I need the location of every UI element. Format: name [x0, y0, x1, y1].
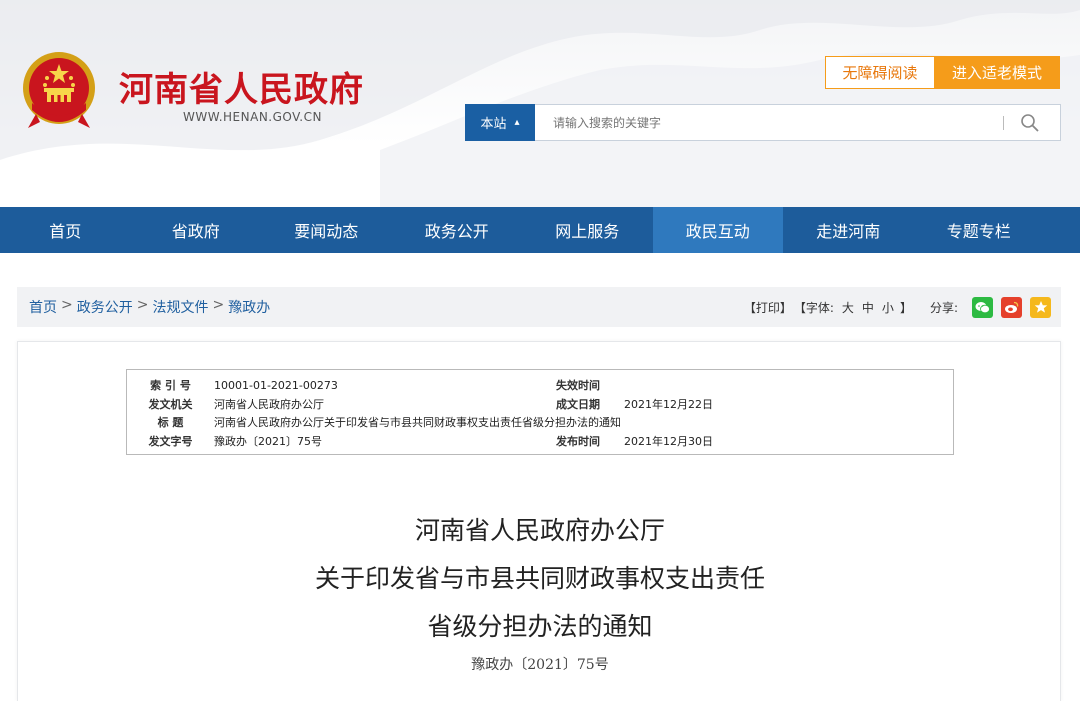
breadcrumb-yuzhengban[interactable]: 豫政办	[228, 297, 270, 317]
meta-row: 索 引 号 10001-01-2021-00273 失效时间	[127, 376, 953, 395]
site-title: 河南省人民政府	[119, 70, 364, 110]
font-size-close: 】	[899, 300, 912, 315]
meta-index-value: 10001-01-2021-00273	[214, 378, 338, 392]
search-scope-label: 本站	[480, 116, 507, 132]
document-title: 河南省人民政府办公厅 关于印发省与市县共同财政事权支出责任 省级分担办法的通知	[18, 507, 1062, 651]
meta-title-label: 标 题	[157, 416, 184, 430]
document-title-line-1: 河南省人民政府办公厅	[414, 516, 665, 545]
meta-written-value: 2021年12月22日	[624, 397, 713, 411]
nav-item-interaction[interactable]: 政民互动	[652, 207, 783, 253]
document-title-line-3: 省级分担办法的通知	[427, 612, 653, 641]
nav-item-news[interactable]: 要闻动态	[261, 207, 392, 253]
breadcrumb-separator: >	[61, 297, 73, 313]
document-title-line-2: 关于印发省与市县共同财政事权支出责任	[314, 564, 765, 593]
nav-item-special-topics[interactable]: 专题专栏	[914, 207, 1045, 253]
font-large-button[interactable]: 大	[842, 299, 854, 316]
site-header: 河南省人民政府 WWW.HENAN.GOV.CN 无障碍阅读 进入适老模式 本站…	[0, 0, 1080, 207]
meta-docno-label: 发文字号	[148, 434, 193, 448]
wechat-icon[interactable]	[972, 296, 993, 318]
search-input[interactable]	[535, 106, 1003, 139]
meta-title-value: 河南省人民政府办公厅关于印发省与市县共同财政事权支出责任省级分担办法的通知	[214, 416, 621, 430]
meta-docno-value: 豫政办〔2021〕75号	[214, 434, 322, 448]
search-icon[interactable]	[1020, 113, 1040, 133]
document-number: 豫政办〔2021〕75号	[471, 657, 609, 673]
search-divider	[1003, 115, 1004, 130]
page-tools: 【打印】 【字体: 大 中 小 】 分享:	[744, 296, 1051, 318]
weibo-icon[interactable]	[1001, 296, 1022, 318]
breadcrumb-regulations[interactable]: 法规文件	[152, 297, 208, 317]
site-url: WWW.HENAN.GOV.CN	[183, 110, 322, 124]
national-emblem-icon	[23, 52, 95, 128]
document-meta-table: 索 引 号 10001-01-2021-00273 失效时间 发文机关 河南省人…	[126, 369, 954, 455]
article-panel: 索 引 号 10001-01-2021-00273 失效时间 发文机关 河南省人…	[17, 341, 1061, 701]
meta-row: 发文字号 豫政办〔2021〕75号 发布时间 2021年12月30日	[127, 432, 953, 451]
breadcrumb: 首页 > 政务公开 > 法规文件 > 豫政办	[29, 297, 270, 317]
qzone-icon[interactable]	[1030, 296, 1051, 318]
meta-publish-value: 2021年12月30日	[624, 434, 713, 448]
meta-row: 发文机关 河南省人民政府办公厅 成文日期 2021年12月22日	[127, 395, 953, 414]
nav-item-government-affairs[interactable]: 政务公开	[392, 207, 523, 253]
meta-issuer-value: 河南省人民政府办公厅	[214, 397, 324, 411]
font-medium-button[interactable]: 中	[862, 299, 874, 316]
nav-item-online-services[interactable]: 网上服务	[522, 207, 653, 253]
meta-issuer-label: 发文机关	[148, 397, 193, 411]
print-button[interactable]: 【打印】	[744, 299, 792, 316]
nav-item-home[interactable]: 首页	[0, 207, 131, 253]
meta-publish-label: 发布时间	[556, 434, 600, 448]
accessibility-reading-button[interactable]: 无障碍阅读	[825, 56, 935, 89]
breadcrumb-bar: 首页 > 政务公开 > 法规文件 > 豫政办 【打印】 【字体: 大 中 小 】…	[17, 287, 1061, 327]
font-small-button[interactable]: 小	[882, 299, 894, 316]
search-scope-select[interactable]: 本站 ▴	[465, 103, 535, 141]
breadcrumb-separator: >	[212, 297, 225, 313]
font-size-label: 【字体:	[793, 300, 834, 315]
search-bar: 本站 ▴	[465, 103, 1061, 141]
elder-mode-button[interactable]: 进入适老模式	[934, 56, 1060, 89]
nav-item-about-henan[interactable]: 走进河南	[783, 207, 914, 253]
breadcrumb-home[interactable]: 首页	[29, 297, 57, 317]
meta-row: 标 题 河南省人民政府办公厅关于印发省与市县共同财政事权支出责任省级分担办法的通…	[127, 413, 953, 432]
breadcrumb-government-affairs[interactable]: 政务公开	[77, 297, 133, 317]
main-nav: 首页 省政府 要闻动态 政务公开 网上服务 政民互动 走进河南 专题专栏	[0, 207, 1080, 253]
share-label: 分享:	[929, 300, 958, 315]
nav-item-provincial-government[interactable]: 省政府	[131, 207, 262, 253]
meta-written-label: 成文日期	[556, 397, 600, 411]
meta-index-label: 索 引 号	[150, 379, 191, 393]
breadcrumb-separator: >	[136, 297, 149, 313]
meta-expiry-label: 失效时间	[556, 379, 600, 393]
updown-caret-icon: ▴	[514, 116, 520, 128]
